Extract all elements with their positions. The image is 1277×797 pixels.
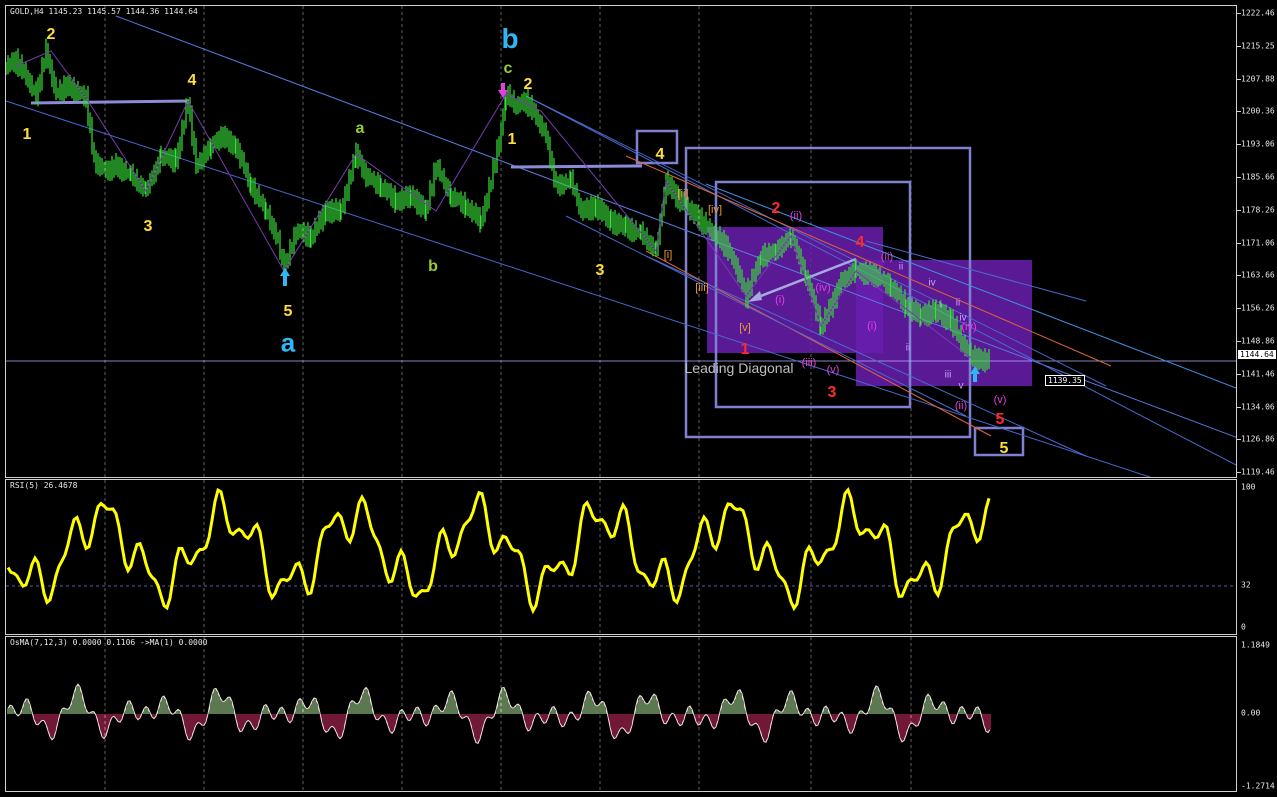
price-axis-label: 1207.88: [1241, 74, 1275, 84]
price-axis-label: 1163.66: [1241, 270, 1275, 280]
osma-svg: [7, 637, 991, 791]
rsi-line: [6, 487, 991, 615]
wave-label-w-4a: 4: [187, 72, 197, 89]
wave-label-w-3b: 3: [595, 262, 605, 279]
wave-label-w-iv-m: (iv): [815, 282, 831, 294]
price-axis-tick: [1237, 373, 1241, 375]
rsi-axis: 100 32 0: [1237, 479, 1277, 635]
wave-label-w-i-o: [i]: [663, 249, 673, 261]
neckline: [30, 99, 190, 105]
annotation-leading-diagonal: Leading Diagonal: [684, 360, 794, 376]
price-axis-tick: [1237, 111, 1241, 113]
price-axis-label: 1215.25: [1241, 41, 1275, 51]
price-axis-label: 1141.46: [1241, 369, 1275, 379]
price-axis-label: 1134.06: [1241, 402, 1275, 412]
wave-label-w-ii-m2: (ii): [880, 251, 894, 263]
rsi-axis-100: 100: [1241, 482, 1256, 492]
osma-panel[interactable]: OsMA(7,12,3) 0.0000 0.1106 ->MA(1) 0.000…: [5, 636, 1237, 792]
wave-label-w-a-big: a: [280, 327, 296, 358]
rsi-svg: [6, 480, 1236, 634]
wave-label-w-v-m: (v): [826, 364, 840, 376]
wave-label-w-v-s: v: [958, 380, 964, 392]
wave-label-w-i-s: i: [939, 299, 943, 311]
wave-label-w-5a: 5: [283, 303, 293, 320]
price-axis-tick: [1237, 177, 1241, 178]
wave-label-w-1b: 1: [507, 131, 517, 148]
price-axis-label: 1126.86: [1241, 434, 1275, 444]
wave-label-w-b-small: b: [428, 258, 438, 275]
price-axis-label: 1156.26: [1241, 303, 1275, 313]
wave-label-w-1a: 1: [22, 126, 32, 143]
price-axis-tick: [1237, 341, 1241, 342]
wave-label-w-ii-o: [ii]: [677, 188, 689, 200]
rsi-axis-32: 32: [1241, 580, 1251, 590]
price-axis-label: 1185.66: [1241, 172, 1275, 182]
wave-label-w-a-small: a: [355, 120, 365, 137]
osma-axis: 1.1849 0.00 -1.2714: [1237, 636, 1277, 792]
osma-axis-top: 1.1849: [1241, 640, 1270, 650]
wave-label-w-ii-s3: ii: [905, 342, 911, 354]
rsi-title: RSI(5) 26.4678: [10, 481, 78, 490]
chart-title: GOLD,H4 1145.23 1145.57 1144.36 1144.64: [10, 7, 198, 16]
wave-label-w-r3: 3: [827, 384, 837, 401]
price-axis-label: 1171.06: [1241, 238, 1275, 248]
price-axis-tick: [1237, 275, 1241, 277]
trend-line: [6, 100, 1152, 477]
wave-label-w-iv-o: [iv]: [707, 204, 723, 216]
price-axis-tick: [1237, 308, 1241, 310]
wave-label-w-3a: 3: [143, 218, 153, 235]
price-axis-label: 1178.26: [1241, 205, 1275, 215]
arrow-up-icon: [280, 268, 290, 286]
price-axis-label: 1193.06: [1241, 139, 1275, 149]
target-price-label: 1139.35: [1045, 375, 1085, 386]
wave-label-w-r4: 4: [855, 234, 865, 251]
price-axis-tick: [1237, 439, 1241, 441]
wave-label-w-ii-m3: (ii): [954, 400, 968, 412]
wave-label-w-i-m2: (i): [867, 320, 877, 332]
price-axis-label: 1148.86: [1241, 336, 1275, 346]
wave-label-w-r1: 1: [740, 341, 750, 358]
wave-label-w-2a: 2: [46, 26, 56, 43]
price-axis-tick: [1237, 144, 1241, 146]
price-axis-tick: [1237, 472, 1241, 474]
rsi-panel[interactable]: RSI(5) 26.4678: [5, 479, 1237, 635]
wave-label-w-iii-o: [iii]: [695, 282, 709, 294]
neckline: [510, 164, 643, 169]
wave-label-w-2b: 2: [523, 76, 533, 93]
wave-label-w-ii-m: (ii): [789, 210, 803, 222]
wave-label-w-5box: 5: [999, 440, 1009, 457]
wave-label-w-iii-s: iii: [944, 369, 952, 381]
price-axis-tick: [1237, 242, 1241, 244]
price-axis-label: 1200.36: [1241, 106, 1275, 116]
price-axis-tick: [1237, 13, 1241, 14]
wave-label-w-r5: 5: [995, 411, 1005, 428]
price-axis-tick: [1237, 45, 1241, 47]
wave-label-w-v-m2: (v): [993, 394, 1007, 406]
wave-label-w-c: c: [503, 60, 513, 77]
wave-label-w-v-o: [v]: [739, 322, 751, 334]
wave-label-w-i-m: (i): [775, 294, 785, 306]
wave-label-w-r2: 2: [771, 200, 781, 217]
wave-label-w-b-big: b: [501, 23, 519, 54]
wave-label-w-4b: 4: [655, 146, 665, 163]
price-axis[interactable]: 1222.46 1215.25 1207.88 1200.36 1193.06 1185.…: [1237, 5, 1277, 478]
rsi-axis-0: 0: [1241, 622, 1246, 632]
price-axis-tick: [1237, 78, 1241, 80]
price-axis-label: 1119.46: [1241, 467, 1275, 477]
osma-axis-zero: 0.00: [1241, 708, 1261, 718]
current-price-label: 1144.64: [1238, 350, 1276, 359]
osma-signal-line: [7, 683, 991, 745]
osma-axis-bottom: -1.2714: [1241, 781, 1275, 791]
wave-label-w-iii-m: (iii): [801, 357, 817, 369]
price-axis-tick: [1237, 406, 1241, 408]
price-axis-tick: [1237, 209, 1241, 211]
wave-label-w-ii-s2: ii: [955, 297, 961, 309]
wave-label-w-iv-s: iv: [928, 277, 936, 289]
price-axis-label: 1222.46: [1241, 8, 1275, 18]
wave-label-w-ii-s: ii: [898, 261, 904, 273]
osma-title: OsMA(7,12,3) 0.0000 0.1106 ->MA(1) 0.000…: [10, 638, 208, 647]
wave-label-w-iv-s2: iv: [959, 312, 967, 324]
